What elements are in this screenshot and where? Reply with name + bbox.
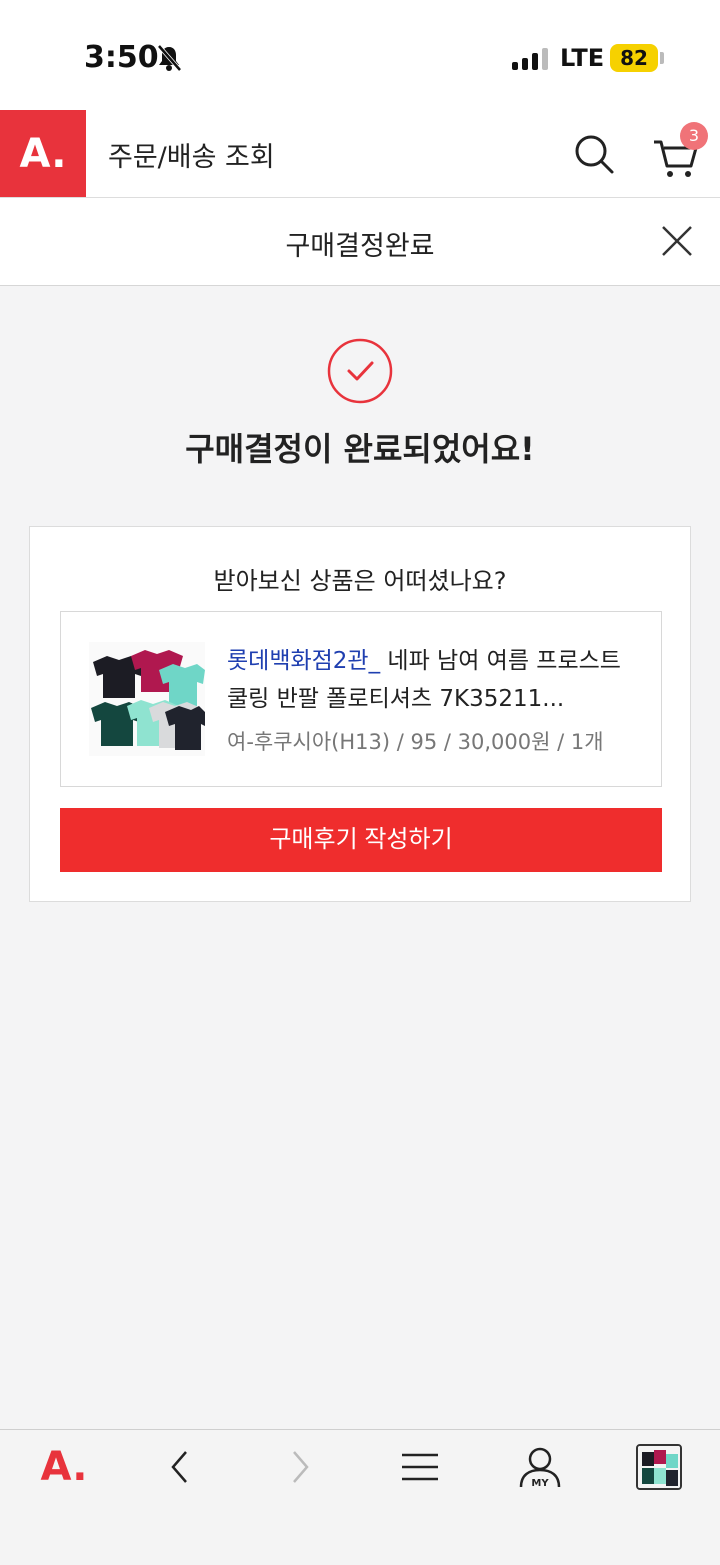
chevron-right-icon bbox=[293, 1451, 309, 1483]
user-icon: MY bbox=[519, 1447, 561, 1489]
battery-tip bbox=[660, 52, 664, 64]
my-label: MY bbox=[531, 1478, 549, 1489]
modal-title: 구매결정완료 bbox=[285, 231, 435, 262]
status-bar: 3:50 LTE 82 bbox=[0, 0, 720, 110]
completion-message: 구매결정이 완료되었어요! bbox=[185, 430, 535, 468]
review-question: 받아보신 상품은 어떠셨나요? bbox=[213, 567, 507, 595]
cart-count-badge: 3 bbox=[680, 122, 708, 150]
review-prompt-card: 받아보신 상품은 어떠셨나요? 롯데백화점2관_ 네파 남여 여름 프로스트 쿨… bbox=[29, 526, 691, 902]
home-logo: A. bbox=[40, 1444, 88, 1490]
modal-header: 구매결정완료 bbox=[0, 198, 720, 286]
recent-product-image bbox=[638, 1446, 680, 1488]
product-options: 여-후쿠시아(H13) / 95 / 30,000원 / 1개 bbox=[227, 730, 604, 754]
my-page-button[interactable]: MY bbox=[510, 1444, 570, 1490]
search-icon[interactable] bbox=[572, 132, 616, 176]
close-icon[interactable] bbox=[660, 224, 694, 258]
battery-level: 82 bbox=[610, 44, 658, 72]
product-thumbnail bbox=[89, 642, 205, 756]
home-button[interactable]: A. bbox=[34, 1444, 94, 1490]
page-title: 주문/배송 조회 bbox=[108, 142, 275, 173]
network-label: LTE bbox=[560, 44, 605, 72]
chevron-left-icon bbox=[171, 1451, 187, 1483]
check-circle-icon bbox=[327, 338, 393, 404]
forward-button[interactable] bbox=[270, 1444, 330, 1490]
app-header: A. 주문/배송 조회 3 bbox=[0, 110, 720, 198]
product-name[interactable]: 롯데백화점2관_ 네파 남여 여름 프로스트 쿨링 반팔 폴로티셔츠 7K352… bbox=[227, 642, 637, 718]
write-review-button[interactable]: 구매후기 작성하기 bbox=[60, 808, 662, 872]
store-name: 롯데백화점2관_ bbox=[227, 648, 381, 674]
status-time: 3:50 bbox=[84, 40, 159, 75]
bell-muted-icon bbox=[157, 44, 182, 72]
back-button[interactable] bbox=[150, 1444, 210, 1490]
hamburger-icon bbox=[402, 1453, 438, 1481]
brand-logo[interactable]: A. bbox=[0, 110, 86, 197]
product-item[interactable]: 롯데백화점2관_ 네파 남여 여름 프로스트 쿨링 반팔 폴로티셔츠 7K352… bbox=[60, 611, 662, 787]
recent-product-thumbnail[interactable] bbox=[636, 1444, 682, 1490]
bottom-nav: A. MY bbox=[0, 1429, 720, 1565]
menu-button[interactable] bbox=[390, 1444, 450, 1490]
signal-icon bbox=[512, 46, 548, 70]
